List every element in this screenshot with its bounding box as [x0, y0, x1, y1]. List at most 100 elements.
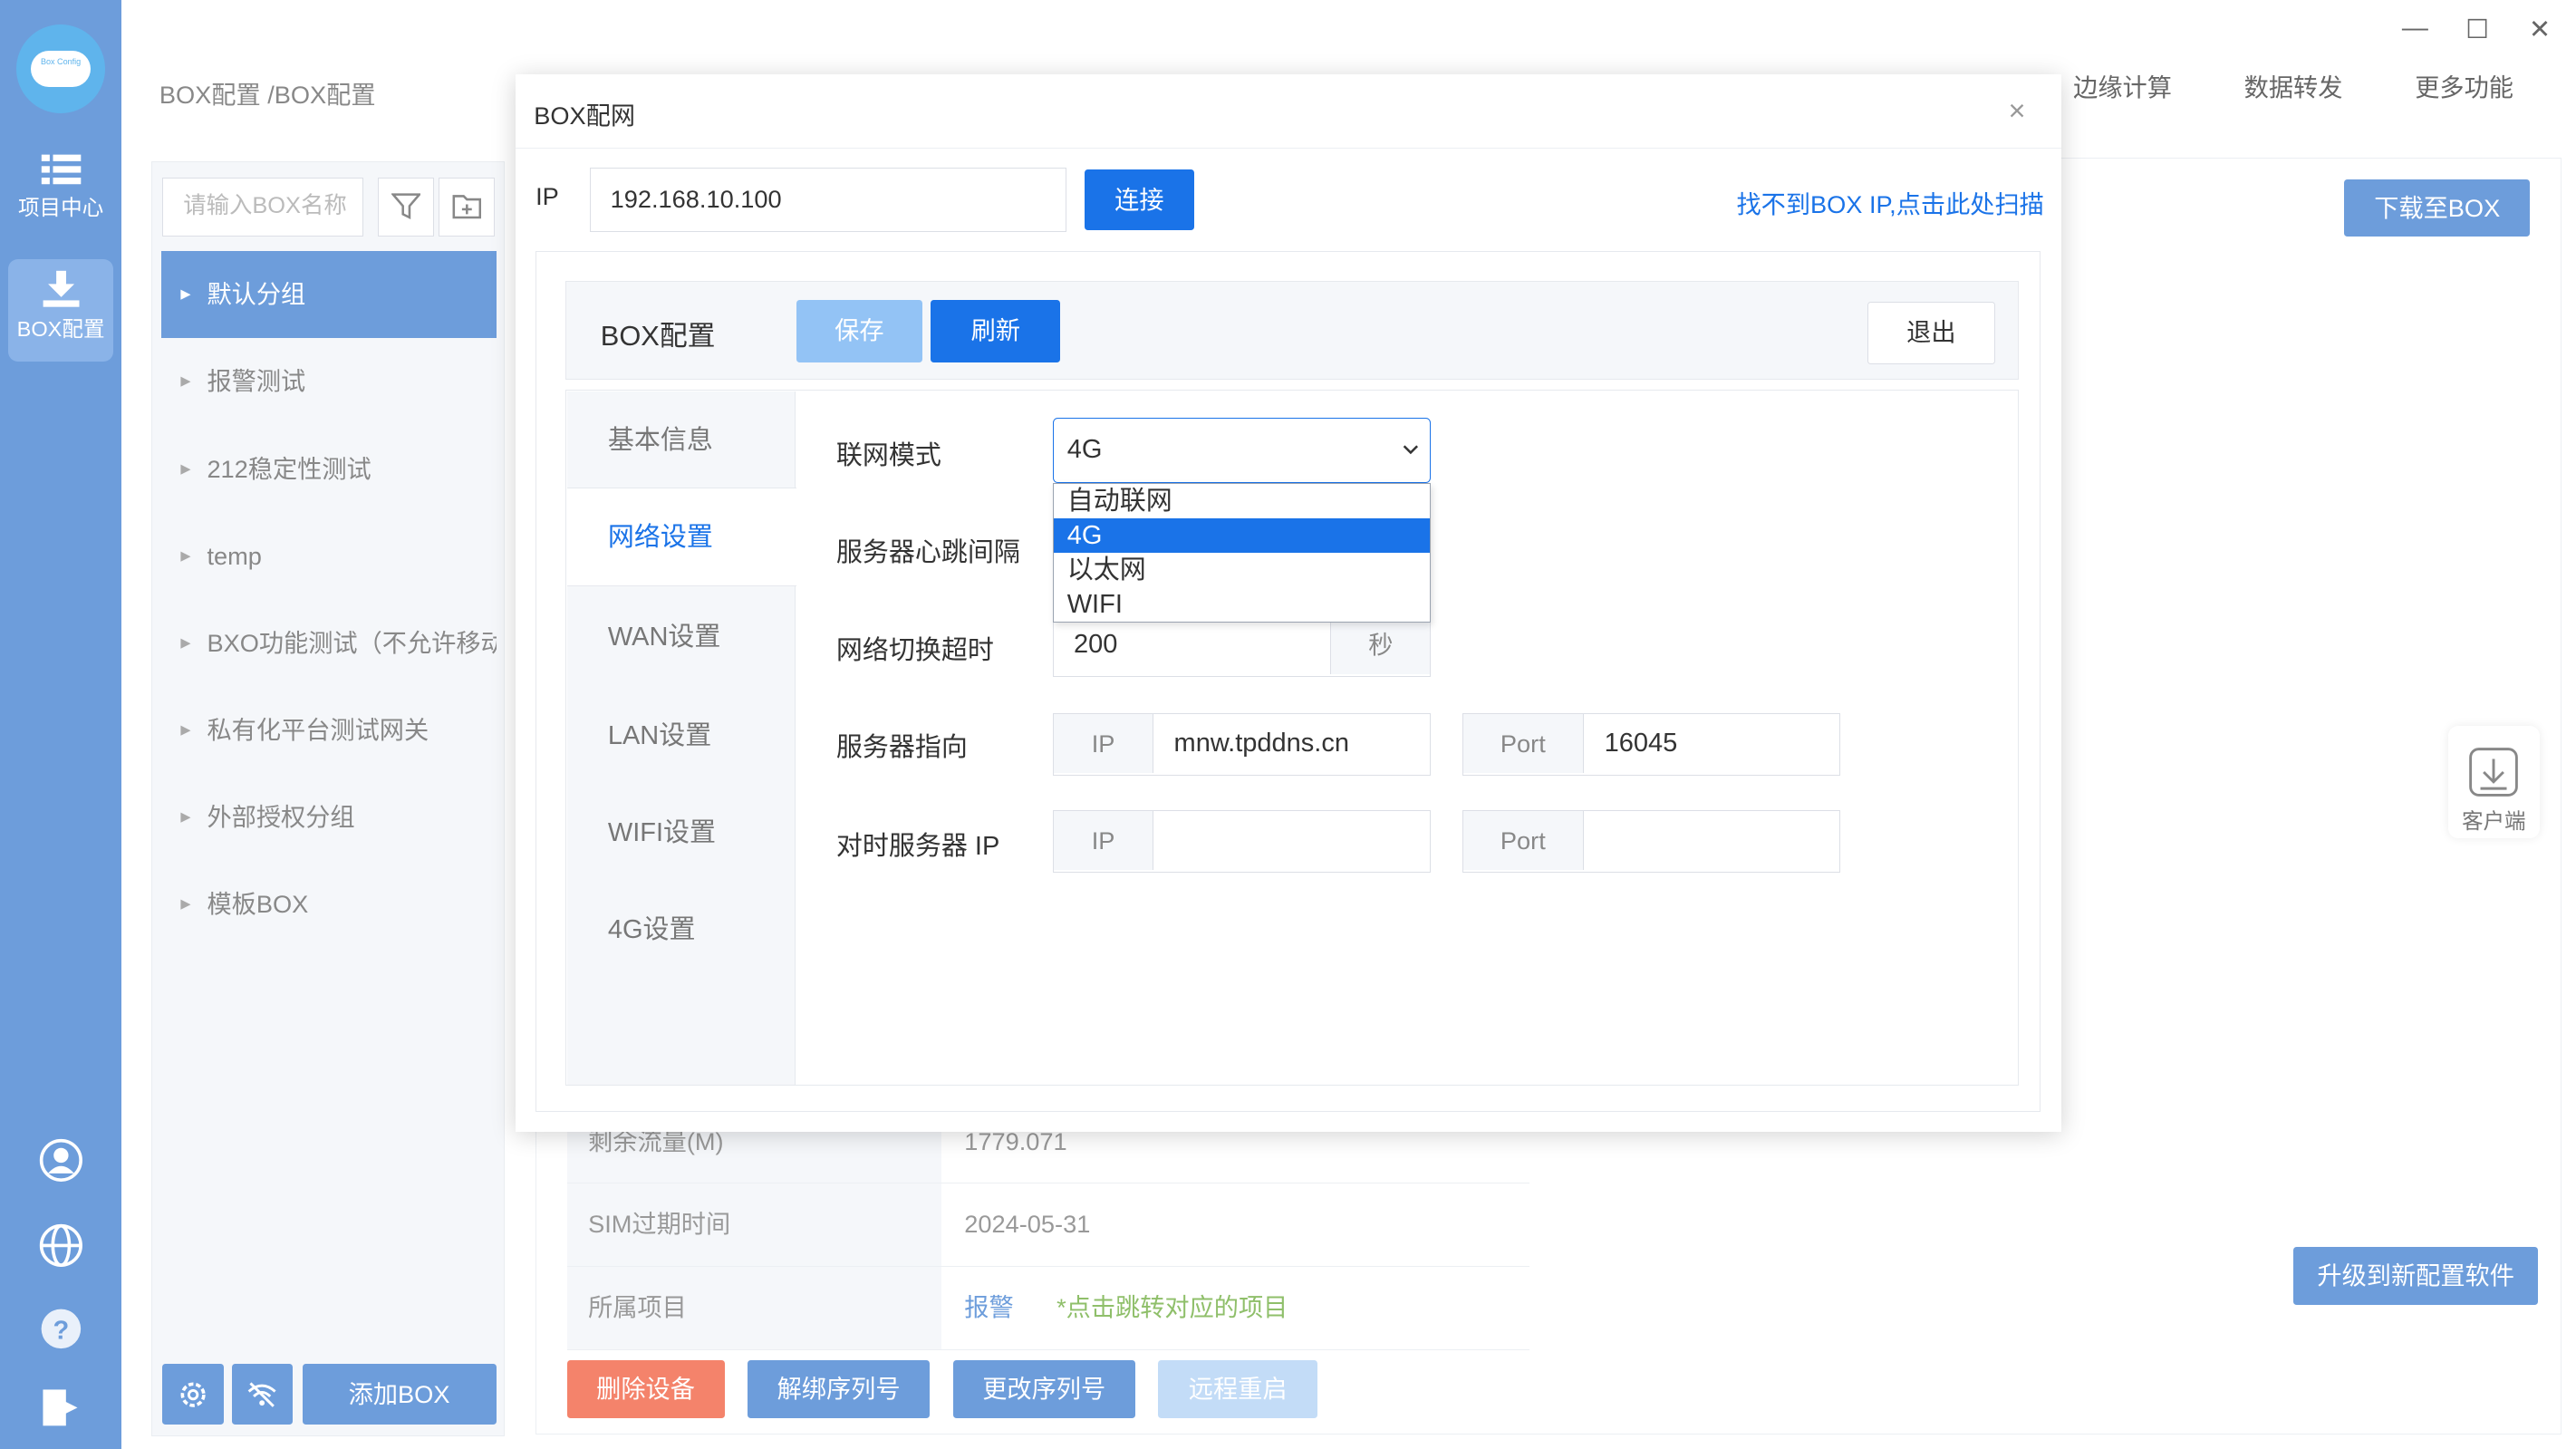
client-label: 客户端	[2461, 808, 2526, 833]
ip-input[interactable]: 192.168.10.100	[589, 167, 1066, 232]
window-controls: — ☐ ✕	[2398, 14, 2556, 45]
group-label: 外部授权分组	[207, 802, 355, 831]
download-to-box-button[interactable]: 下载至BOX	[2344, 179, 2531, 237]
nav-item-more[interactable]: 更多功能	[2415, 67, 2513, 103]
wifi-off-button[interactable]	[231, 1363, 293, 1425]
refresh-button[interactable]: 刷新	[931, 299, 1061, 362]
rail-item-project-center[interactable]: 项目中心	[8, 141, 113, 243]
time-server-ip-input[interactable]: IP	[1053, 809, 1432, 873]
time-server-port-input[interactable]: Port	[1462, 809, 1840, 873]
rail-item-label: 项目中心	[17, 196, 104, 220]
add-box-button[interactable]: 添加BOX	[302, 1363, 497, 1425]
project-link[interactable]: 报警	[964, 1293, 1013, 1321]
dropdown-option[interactable]: WIFI	[1054, 587, 1430, 622]
config-title: BOX配置	[600, 320, 716, 353]
unbind-serial-button[interactable]: 解绑序列号	[747, 1360, 931, 1418]
caret-right-icon: ▶	[180, 722, 191, 738]
server-ip-addon: IP	[1054, 713, 1153, 774]
tab-4g-settings[interactable]: 4G设置	[567, 881, 796, 980]
dialog-header: BOX配网 ×	[516, 74, 2062, 150]
tab-network-settings[interactable]: 网络设置	[566, 488, 797, 587]
user-icon[interactable]	[38, 1137, 84, 1183]
group-label: temp	[207, 541, 262, 570]
caret-right-icon: ▶	[180, 548, 191, 564]
net-mode-select[interactable]: 4G	[1053, 417, 1432, 484]
dropdown-option[interactable]: 自动联网	[1054, 484, 1430, 518]
server-label: 服务器指向	[835, 733, 968, 763]
project-hint: *点击跳转对应的项目	[1056, 1293, 1288, 1322]
tab-basic-info[interactable]: 基本信息	[567, 391, 796, 490]
group-item[interactable]: ▶ temp	[161, 513, 497, 600]
filter-button[interactable]	[378, 177, 434, 237]
group-item[interactable]: ▶ 私有化平台测试网关	[161, 687, 497, 774]
group-label: 模板BOX	[207, 890, 309, 919]
gear-icon	[180, 1382, 206, 1407]
tab-lan-settings[interactable]: LAN设置	[567, 687, 796, 786]
nav-item-edge-compute[interactable]: 边缘计算	[2073, 67, 2172, 103]
close-icon[interactable]: ×	[2009, 93, 2026, 128]
save-button[interactable]: 保存	[796, 299, 923, 362]
connect-button[interactable]: 连接	[1084, 169, 1195, 230]
help-icon[interactable]: ?	[38, 1306, 84, 1352]
logout-icon[interactable]	[38, 1385, 84, 1431]
close-button[interactable]: ✕	[2523, 14, 2556, 45]
rail-item-box-config[interactable]: BOX配置	[8, 259, 114, 362]
remote-reboot-button[interactable]: 远程重启	[1158, 1360, 1318, 1418]
group-item[interactable]: ▶ 默认分组	[160, 251, 497, 339]
svg-text:?: ?	[53, 1317, 69, 1346]
chevron-down-icon	[1403, 445, 1418, 455]
group-item[interactable]: ▶ 212稳定性测试	[161, 426, 497, 513]
group-label: 默认分组	[207, 280, 306, 309]
maximize-button[interactable]: ☐	[2461, 14, 2494, 45]
caret-right-icon: ▶	[180, 461, 191, 477]
server-ip-input[interactable]: IP mnw.tpddns.cn	[1053, 712, 1432, 776]
tab-wifi-settings[interactable]: WIFI设置	[567, 784, 796, 883]
group-item[interactable]: ▶ 模板BOX	[161, 861, 497, 948]
dropdown-option[interactable]: 4G	[1054, 518, 1431, 554]
row-key: 所属项目	[566, 1267, 941, 1349]
config-tabs: 基本信息 网络设置 WAN设置 LAN设置 WIFI设置 4G设置	[566, 391, 797, 1085]
switch-timeout-input[interactable]: 200 秒	[1053, 614, 1432, 677]
group-list: ▶ 默认分组 ▶ 报警测试 ▶ 212稳定性测试 ▶ temp ▶ BXO功能测试（不允许…	[160, 251, 497, 948]
nav-item-data-forward[interactable]: 数据转发	[2244, 67, 2343, 103]
time-port-addon: Port	[1462, 810, 1584, 871]
scan-link[interactable]: 找不到BOX IP,点击此处扫描	[1736, 184, 2043, 220]
exit-button[interactable]: 退出	[1867, 301, 1996, 364]
wifi-off-icon	[247, 1382, 276, 1408]
left-rail: Box Config 项目中心 BOX配置 ?	[0, 0, 122, 1449]
cloud-icon	[31, 51, 91, 88]
tab-wan-settings[interactable]: WAN设置	[567, 588, 796, 687]
breadcrumb: BOX配置 /BOX配置	[159, 80, 376, 109]
group-item[interactable]: ▶ 报警测试	[161, 338, 497, 425]
caret-right-icon: ▶	[180, 287, 191, 303]
row-key: SIM过期时间	[566, 1183, 941, 1267]
delete-device-button[interactable]: 删除设备	[566, 1360, 725, 1418]
upgrade-software-button[interactable]: 升级到新配置软件	[2293, 1247, 2539, 1305]
search-input[interactable]: 请输入BOX名称	[162, 177, 363, 237]
change-serial-button[interactable]: 更改序列号	[952, 1360, 1135, 1418]
group-label: 212稳定性测试	[207, 454, 371, 483]
switch-timeout-label: 网络切换超时	[835, 636, 994, 666]
caret-right-icon: ▶	[180, 635, 191, 651]
group-item[interactable]: ▶ BXO功能测试（不允许移动）	[161, 600, 496, 687]
box-network-dialog: BOX配网 × IP 192.168.10.100 连接 找不到BOX IP,点…	[516, 73, 2062, 1133]
server-port-addon: Port	[1462, 713, 1584, 774]
table-row: SIM过期时间 2024-05-31	[566, 1183, 1529, 1268]
logo-text: Box Config	[40, 57, 82, 67]
add-folder-button[interactable]	[439, 177, 495, 237]
group-label: 报警测试	[207, 367, 306, 396]
group-item[interactable]: ▶ 外部授权分组	[161, 774, 497, 861]
switch-timeout-value: 200	[1073, 630, 1118, 660]
settings-button[interactable]	[162, 1363, 224, 1425]
globe-icon[interactable]	[38, 1222, 84, 1269]
dropdown-option[interactable]: 以太网	[1054, 553, 1430, 587]
heartbeat-label: 服务器心跳间隔	[835, 537, 1020, 567]
net-mode-value: 4G	[1066, 434, 1103, 464]
switch-timeout-unit: 秒	[1330, 615, 1431, 675]
caret-right-icon: ▶	[180, 809, 191, 825]
minimize-button[interactable]: —	[2398, 14, 2431, 45]
row-value: 2024-05-31	[964, 1210, 1091, 1239]
client-download[interactable]: 客户端	[2447, 726, 2541, 838]
server-port-input[interactable]: Port 16045	[1462, 712, 1840, 776]
time-ip-addon: IP	[1054, 810, 1153, 871]
